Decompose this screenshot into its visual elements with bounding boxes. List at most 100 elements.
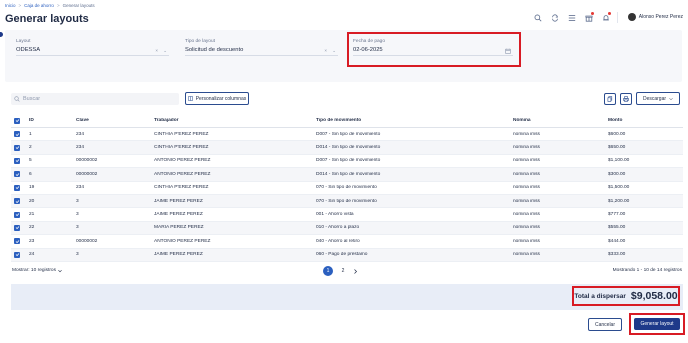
table-row[interactable]: 24 3 JAIME PEREZ PEREZ 060 - Pago de présta… xyxy=(11,248,683,262)
cell-monto: $444.00 xyxy=(608,238,626,244)
breadcrumb-caja-ahorro[interactable]: Caja de ahorro xyxy=(24,3,54,8)
table-row[interactable]: 22 3 MARIA PEREZ PEREZ 010 - Ahorro a plazo… xyxy=(11,221,683,236)
table-header-row: ID Clave Trabajador Tipo de movimiento N… xyxy=(11,114,683,128)
chevron-right-icon[interactable] xyxy=(353,268,358,274)
layout-label: Layout xyxy=(16,39,31,44)
cell-trabajador: JAIME PEREZ PEREZ xyxy=(154,252,203,258)
cell-id: 6 xyxy=(29,171,32,177)
select-all-checkbox[interactable] xyxy=(11,117,27,124)
cell-trabajador: ANTOÑIO PEREZ PEREZ xyxy=(154,158,211,164)
cell-trabajador: CINTHIA P'EREZ PEREZ xyxy=(154,185,209,191)
cell-id: 21 xyxy=(29,212,35,218)
cell-trabajador: JAIME PEREZ PEREZ xyxy=(154,198,203,204)
cell-trabajador: ANTOÑIO PEREZ PEREZ xyxy=(154,171,211,177)
table-row[interactable]: 21 3 JAIME PEREZ PEREZ 001 - Ahorro vista no… xyxy=(11,208,683,222)
cell-nomina: nomina imss xyxy=(513,238,540,244)
cell-clave: 3 xyxy=(76,252,79,258)
row-checkbox[interactable] xyxy=(11,251,27,258)
row-checkbox[interactable] xyxy=(11,171,27,178)
columns-icon xyxy=(187,96,193,101)
page-2-button[interactable]: 2 xyxy=(338,268,348,274)
table-row[interactable]: 2 234 CINTHIA P'EREZ PEREZ D014 - Sin tipo … xyxy=(11,141,683,155)
print-button[interactable] xyxy=(620,93,632,105)
personalizar-columnas-label: Personalizar columnas xyxy=(195,95,247,102)
header-nomina[interactable]: Nómina xyxy=(511,118,606,123)
breadcrumb-separator: > xyxy=(18,3,22,8)
cell-tipo-movimiento: 001 - Ahorro vista xyxy=(316,212,354,218)
table-body: 1 234 CINTHIA P'EREZ PEREZ D007 - Sin tipo … xyxy=(11,128,683,262)
check-icon xyxy=(15,213,19,217)
table-row[interactable]: 1 234 CINTHIA P'EREZ PEREZ D007 - Sin tipo … xyxy=(11,128,683,142)
header-divider xyxy=(617,12,618,23)
cell-nomina: nomina imss xyxy=(513,171,540,177)
row-checkbox[interactable] xyxy=(11,224,27,231)
select-controls: × ⌄ xyxy=(155,48,169,53)
page-size-select[interactable]: Mostrar: 10 registros xyxy=(12,268,62,273)
cell-nomina: nomina imss xyxy=(513,145,540,151)
breadcrumb-separator: > xyxy=(56,3,60,8)
chevron-down-icon xyxy=(58,269,62,272)
cell-clave: 00000002 xyxy=(76,158,98,164)
copy-button[interactable] xyxy=(604,93,616,105)
cell-clave: 00000002 xyxy=(76,238,98,244)
cell-monto: $555.00 xyxy=(608,225,626,231)
user-menu[interactable]: Alonso Perez Perez xyxy=(627,13,683,21)
list-icon[interactable] xyxy=(567,13,576,22)
header-monto[interactable]: Monto xyxy=(606,118,676,123)
cell-id: 23 xyxy=(29,238,35,244)
table-row[interactable]: 19 234 CINTHIA P'EREZ PEREZ 070 - Sin tipo … xyxy=(11,182,683,195)
header-tipo-movimiento[interactable]: Tipo de movimiento xyxy=(314,118,511,123)
field-underline xyxy=(185,55,338,56)
chevron-down-icon xyxy=(669,97,673,100)
page-1-button[interactable]: 1 xyxy=(323,266,333,276)
header-clave[interactable]: Clave xyxy=(74,118,152,123)
gift-icon[interactable] xyxy=(584,12,594,22)
check-icon xyxy=(15,253,19,257)
personalizar-columnas-button[interactable]: Personalizar columnas xyxy=(185,92,249,105)
row-checkbox[interactable] xyxy=(11,131,27,138)
breadcrumb-inicio[interactable]: Inicio xyxy=(5,3,16,8)
generar-highlight-box: Generar layout xyxy=(629,313,685,335)
check-icon xyxy=(15,240,19,243)
row-checkbox[interactable] xyxy=(11,184,27,191)
table-row[interactable]: 5 00000002 ANTOÑIO PEREZ PEREZ D007 - Sin t… xyxy=(11,155,683,169)
descargar-button[interactable]: Descargar xyxy=(636,92,680,105)
sync-icon[interactable] xyxy=(550,13,559,22)
table-row[interactable]: 6 00000002 ANTOÑIO PEREZ PEREZ D014 - Sin t… xyxy=(11,168,683,182)
breadcrumb-current: Generar layouts xyxy=(62,3,95,8)
table-row[interactable]: 23 00000002 ANTOÑIO PEREZ PEREZ 040 - Ahorr… xyxy=(11,235,683,249)
cell-trabajador: MARIA PEREZ PEREZ xyxy=(154,225,204,231)
bell-icon[interactable] xyxy=(601,12,611,22)
search-icon[interactable] xyxy=(533,13,542,22)
header-id[interactable]: ID xyxy=(27,118,74,123)
tipo-layout-select[interactable]: Tipo de layout Solicitud de descuento × … xyxy=(185,39,338,56)
cell-id: 5 xyxy=(29,158,32,164)
total-dispersar: Total a dispersar $9,058.00 xyxy=(572,286,680,306)
cell-id: 1 xyxy=(29,131,32,137)
cancel-button[interactable]: Cancelar xyxy=(588,318,622,331)
cell-tipo-movimiento: 070 - Sin tipo de movimiento xyxy=(316,198,377,204)
breadcrumb: Inicio > Caja de ahorro > Generar layout… xyxy=(5,3,95,8)
cell-nomina: nomina imss xyxy=(513,158,540,164)
row-checkbox[interactable] xyxy=(11,238,27,245)
row-checkbox[interactable] xyxy=(11,198,27,205)
layout-select[interactable]: Layout ODESSA × ⌄ xyxy=(16,39,169,56)
check-icon xyxy=(15,199,19,203)
user-name: Alonso Perez Perez xyxy=(638,14,683,20)
cell-nomina: nomina imss xyxy=(513,198,540,204)
tipo-layout-label: Tipo de layout xyxy=(185,39,215,44)
header-trabajador[interactable]: Trabajador xyxy=(152,118,314,123)
row-checkbox[interactable] xyxy=(11,211,27,218)
row-checkbox[interactable] xyxy=(11,144,27,151)
cell-monto: $1,500.00 xyxy=(608,185,630,191)
cell-clave: 3 xyxy=(76,212,79,218)
generar-layout-button[interactable]: Generar layout xyxy=(634,318,680,330)
search-input[interactable]: Buscar xyxy=(11,93,179,105)
cell-nomina: nomina imss xyxy=(513,252,540,258)
cell-monto: $777.00 xyxy=(608,212,626,218)
cell-trabajador: JAIME PEREZ PEREZ xyxy=(154,212,203,218)
cell-monto: $650.00 xyxy=(608,145,626,151)
table-row[interactable]: 20 3 JAIME PEREZ PEREZ 070 - Sin tipo de mo… xyxy=(11,194,683,209)
cell-monto: $300.00 xyxy=(608,171,626,177)
row-checkbox[interactable] xyxy=(11,157,27,164)
